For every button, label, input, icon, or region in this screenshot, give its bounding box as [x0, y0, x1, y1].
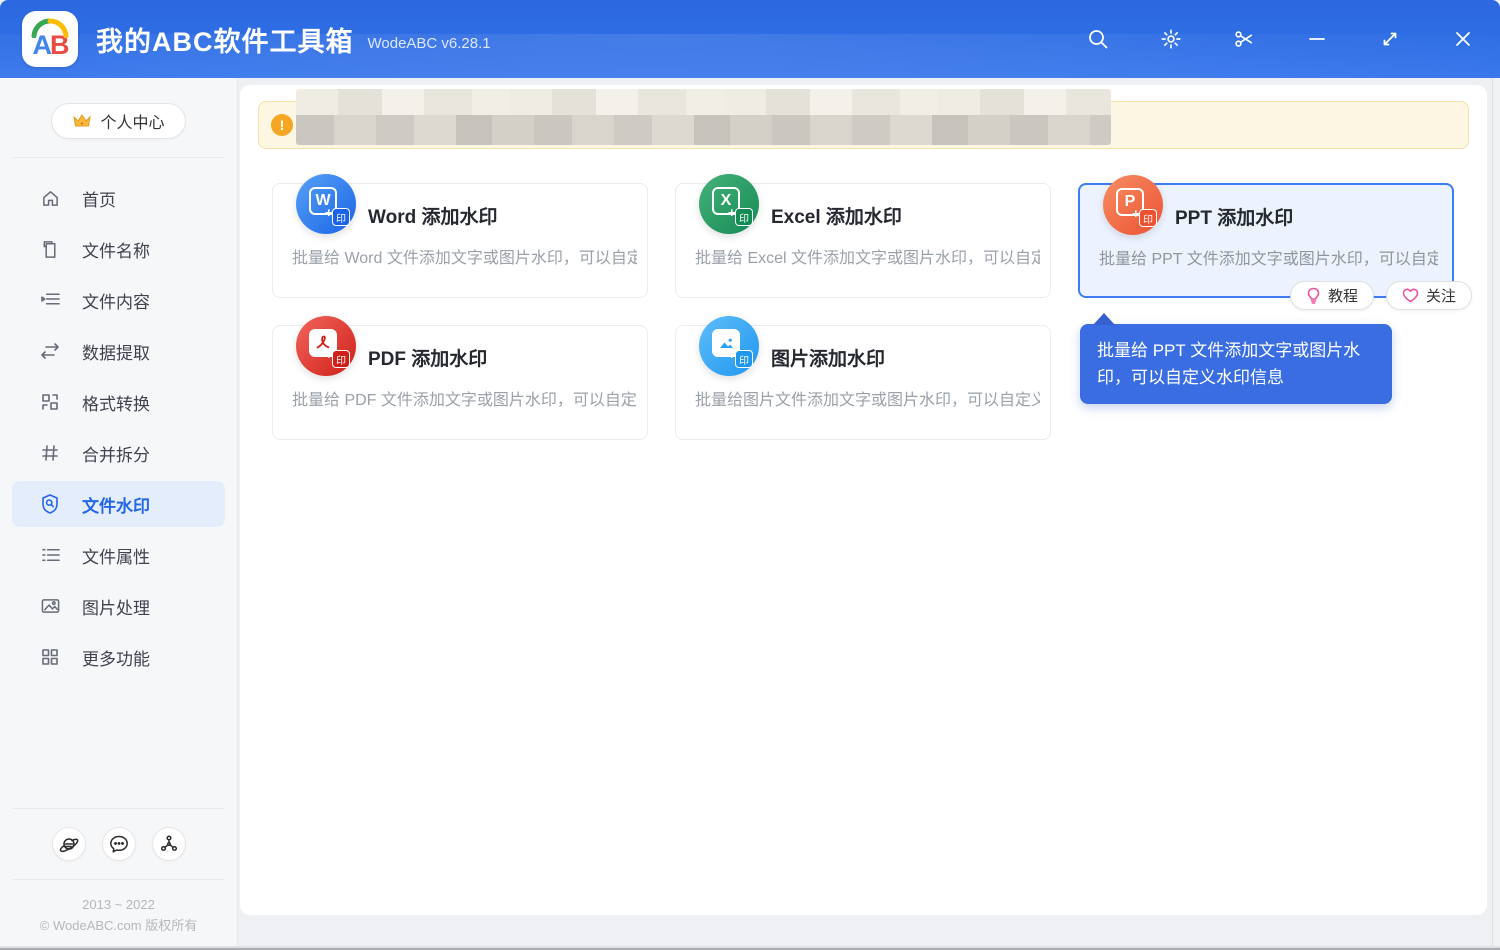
- search-icon[interactable]: [1085, 26, 1111, 52]
- sidebar-item-file-content[interactable]: 文件内容: [12, 277, 225, 323]
- card-title: Word 添加水印: [368, 207, 498, 228]
- sidebar-item-format-convert[interactable]: 格式转换: [12, 379, 225, 425]
- card-ppt-watermark[interactable]: P +印 PPT 添加水印 批量给 PPT 文件添加文字或图片水印，可以自定义水…: [1078, 175, 1472, 405]
- sidebar-footer: 2013 ~ 2022 © WodeABC.com 版权所有: [0, 808, 237, 950]
- sidebar-item-label: 文件水印: [82, 496, 150, 516]
- watermark-badge-icon: + 印: [325, 206, 350, 226]
- app-logo: AB: [22, 11, 78, 67]
- sidebar-item-label: 图片处理: [82, 598, 150, 618]
- sidebar-item-file-watermark[interactable]: 文件水印: [12, 481, 225, 527]
- card-description: 批量给 PDF 文件添加文字或图片水印，可以自定义水印信息: [292, 392, 637, 409]
- card-title: PDF 添加水印: [368, 349, 488, 370]
- scissors-screenshot-icon[interactable]: [1231, 26, 1257, 52]
- sidebar-item-file-name[interactable]: 文件名称: [12, 226, 225, 272]
- sidebar-item-label: 更多功能: [82, 649, 150, 669]
- sidebar-item-image-process[interactable]: 图片处理: [12, 583, 225, 629]
- file-content-icon: [40, 290, 60, 310]
- file-watermark-icon: [40, 494, 60, 514]
- watermark-badge-icon: + 印: [728, 348, 753, 368]
- sidebar-item-label: 文件内容: [82, 292, 150, 312]
- watermark-badge-icon: + 印: [1132, 207, 1157, 227]
- sidebar-item-label: 数据提取: [82, 343, 150, 363]
- card-title: Excel 添加水印: [771, 207, 902, 228]
- notice-banner: !: [258, 89, 1469, 149]
- sidebar-item-label: 首页: [82, 190, 116, 210]
- watermark-badge-icon: + 印: [728, 206, 753, 226]
- minimize-icon[interactable]: [1304, 26, 1330, 52]
- ppt-tooltip: 批量给 PPT 文件添加文字或图片水印，可以自定义水印信息: [1080, 312, 1392, 405]
- card-description: 批量给 Word 文件添加文字或图片水印，可以自定义水印信息: [292, 250, 637, 267]
- image-watermark-icon: + 印: [699, 316, 759, 376]
- app-version: WodeABC v6.28.1: [367, 34, 491, 52]
- logo-arc-icon: [31, 18, 69, 38]
- lightbulb-icon: [1307, 287, 1320, 304]
- sidebar-nav: 首页 文件名称 文件内容 数据提取 格式转换 合并拆分 文件水印 文件属性 图片…: [0, 158, 237, 685]
- window-bottom-edge: [0, 946, 1500, 950]
- titlebar: AB 我的ABC软件工具箱 WodeABC v6.28.1: [0, 0, 1500, 78]
- file-props-icon: [40, 545, 60, 565]
- card-word-watermark[interactable]: W + 印 Word 添加水印 批量给 Word 文件添加文字或图片水印，可以自定…: [272, 174, 648, 298]
- data-extract-icon: [40, 341, 60, 361]
- ppt-icon: P + 印: [1103, 175, 1163, 235]
- main-panel: ! W + 印 Word 添加水印 批量给 Word 文件添加文字或图片水印，可以…: [240, 85, 1487, 915]
- sidebar: 个人中心 首页 文件名称 文件内容 数据提取 格式转换 合并拆分 文件水印 文件…: [0, 78, 238, 950]
- format-convert-icon: [40, 392, 60, 412]
- card-description: 批量给 PPT 文件添加文字或图片水印，可以自定义水印信息: [1099, 251, 1438, 268]
- settings-gear-icon[interactable]: [1158, 26, 1184, 52]
- tools-grid: W + 印 Word 添加水印 批量给 Word 文件添加文字或图片水印，可以自定…: [272, 174, 1472, 440]
- sidebar-item-data-extract[interactable]: 数据提取: [12, 328, 225, 374]
- home-icon: [40, 188, 60, 208]
- more-features-icon: [40, 647, 60, 667]
- resize-icon[interactable]: [1377, 26, 1403, 52]
- ie-browser-icon[interactable]: [51, 827, 86, 861]
- card-description: 批量给 Excel 文件添加文字或图片水印，可以自定义水印信息: [695, 250, 1040, 267]
- card-title: PPT 添加水印: [1175, 208, 1294, 229]
- sidebar-item-label: 格式转换: [82, 394, 150, 414]
- censored-text-mosaic: [296, 89, 1111, 145]
- image-process-icon: [40, 596, 60, 616]
- follow-label: 关注: [1425, 288, 1456, 305]
- card-image-watermark[interactable]: +印 图片添加水印 批量给图片文件添加文字或图片水印，可以自定义水印信息: [675, 316, 1051, 440]
- sidebar-item-more-features[interactable]: 更多功能: [12, 634, 225, 680]
- heart-icon: [1402, 288, 1419, 303]
- tutorial-label: 教程: [1327, 288, 1358, 305]
- sidebar-item-merge-split[interactable]: 合并拆分: [12, 430, 225, 476]
- close-icon[interactable]: [1450, 26, 1476, 52]
- card-description: 批量给图片文件添加文字或图片水印，可以自定义水印信息: [695, 392, 1040, 409]
- feedback-chat-icon[interactable]: [101, 827, 136, 861]
- card-pdf-watermark[interactable]: +印 PDF 添加水印 批量给 PDF 文件添加文字或图片水印，可以自定义水印信…: [272, 316, 648, 440]
- watermark-badge-icon: + 印: [325, 348, 350, 368]
- file-name-icon: [40, 239, 60, 259]
- warning-exclamation-icon: !: [271, 114, 293, 136]
- sidebar-item-label: 合并拆分: [82, 445, 150, 465]
- crown-icon: [73, 114, 92, 127]
- tutorial-button[interactable]: 教程: [1289, 281, 1374, 310]
- pdf-icon: + 印: [296, 316, 356, 376]
- app-title: 我的ABC软件工具箱: [96, 26, 354, 57]
- background-window-strip: [1492, 78, 1500, 950]
- personal-center-label: 个人中心: [100, 115, 165, 132]
- card-title: 图片添加水印: [771, 349, 886, 370]
- copyright-years: 2013 ~ 2022: [82, 897, 155, 912]
- share-network-icon[interactable]: [151, 827, 186, 861]
- sidebar-item-label: 文件属性: [82, 547, 150, 567]
- card-excel-watermark[interactable]: X + 印 Excel 添加水印 批量给 Excel 文件添加文字或图片水印，可以…: [675, 174, 1051, 298]
- personal-center-button[interactable]: 个人中心: [51, 103, 186, 139]
- merge-split-icon: [40, 443, 60, 463]
- sidebar-item-home[interactable]: 首页: [12, 175, 225, 221]
- word-icon: W + 印: [296, 174, 356, 234]
- tooltip-text: 批量给 PPT 文件添加文字或图片水印，可以自定义水印信息: [1097, 341, 1361, 388]
- copyright-text: © WodeABC.com 版权所有: [39, 918, 198, 933]
- sidebar-item-file-props[interactable]: 文件属性: [12, 532, 225, 578]
- follow-button[interactable]: 关注: [1385, 281, 1472, 310]
- excel-icon: X + 印: [699, 174, 759, 234]
- sidebar-item-label: 文件名称: [82, 241, 150, 261]
